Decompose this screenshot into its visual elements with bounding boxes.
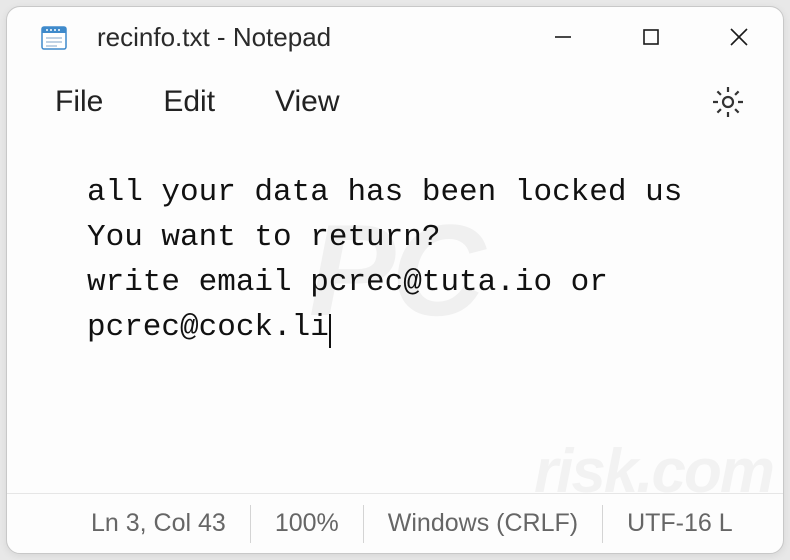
status-bar: Ln 3, Col 43 100% Windows (CRLF) UTF-16 … [7,493,783,553]
gear-icon [710,84,746,120]
status-encoding[interactable]: UTF-16 L [603,505,741,543]
text-caret [329,314,331,348]
maximize-button[interactable] [607,7,695,67]
text-editor[interactable]: all your data has been locked us You wan… [7,137,783,493]
window-controls [519,7,783,67]
minimize-button[interactable] [519,7,607,67]
notepad-window: recinfo.txt - Notepad File Edit View [6,6,784,554]
title-bar[interactable]: recinfo.txt - Notepad [7,7,783,67]
close-button[interactable] [695,7,783,67]
settings-button[interactable] [699,73,757,131]
status-line-ending[interactable]: Windows (CRLF) [364,505,603,543]
window-title: recinfo.txt - Notepad [97,22,519,53]
menu-edit[interactable]: Edit [133,77,245,127]
menu-view[interactable]: View [245,77,369,127]
status-cursor-position[interactable]: Ln 3, Col 43 [67,505,251,543]
notepad-app-icon [37,20,71,54]
menu-file[interactable]: File [25,77,133,127]
menu-bar: File Edit View [7,67,783,137]
status-zoom[interactable]: 100% [251,505,364,543]
editor-content: all your data has been locked us You wan… [87,175,682,345]
